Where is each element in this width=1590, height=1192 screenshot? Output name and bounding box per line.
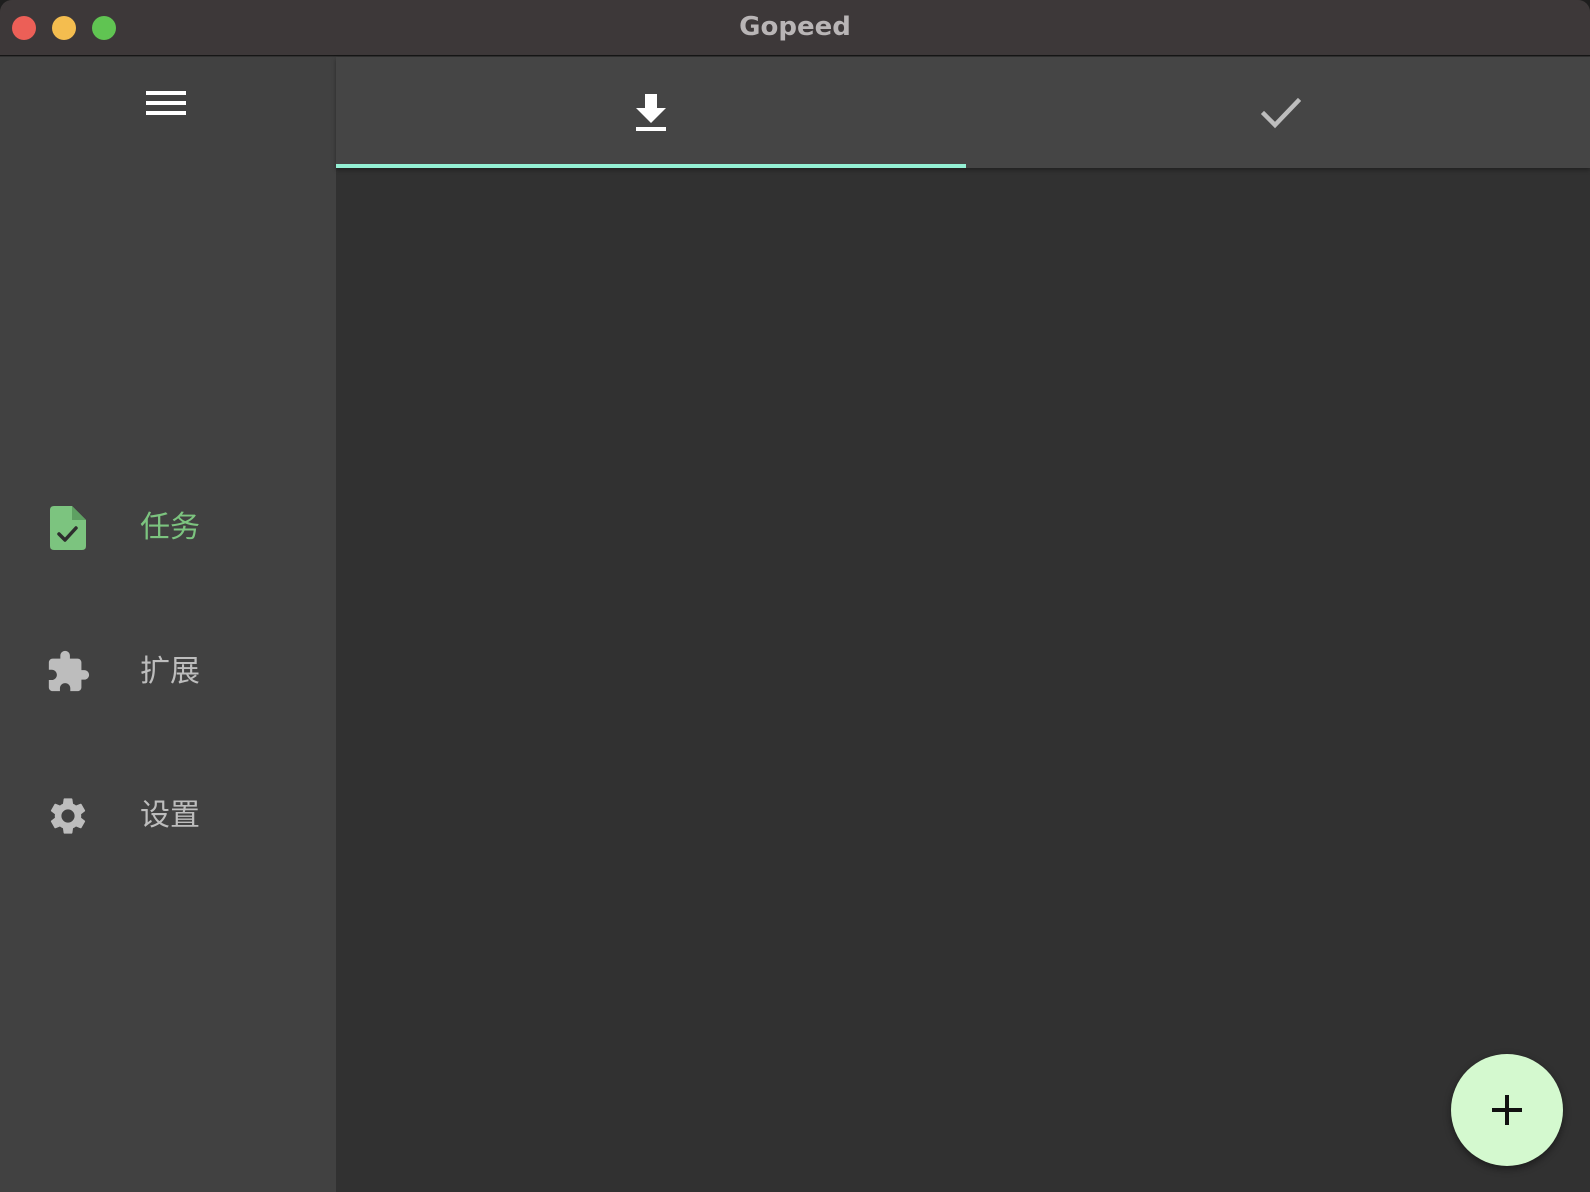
hamburger-menu-icon — [146, 91, 186, 115]
plus-icon — [1492, 1095, 1522, 1125]
add-task-button[interactable] — [1451, 1054, 1563, 1166]
tab-bar — [336, 57, 1590, 168]
sidebar-item-label: 设置 — [140, 798, 200, 833]
app-window: Gopeed 任务 扩展 设置 — [0, 0, 1590, 1192]
sidebar-item-tasks[interactable]: 任务 — [0, 488, 336, 568]
tab-downloading[interactable] — [336, 57, 966, 168]
download-icon — [636, 93, 666, 131]
window-title: Gopeed — [739, 12, 851, 42]
task-file-check-icon — [50, 506, 86, 550]
sidebar-item-label: 任务 — [140, 510, 200, 545]
check-icon — [1261, 97, 1301, 128]
extension-puzzle-icon — [48, 650, 90, 692]
tab-selected-indicator — [336, 164, 966, 168]
sidebar-item-settings[interactable]: 设置 — [0, 776, 336, 856]
main-content — [336, 57, 1590, 1192]
gear-icon — [50, 798, 86, 834]
title-bar: Gopeed — [0, 0, 1590, 56]
menu-button[interactable] — [142, 79, 190, 127]
sidebar-item-extensions[interactable]: 扩展 — [0, 632, 336, 712]
sidebar: 任务 扩展 设置 — [0, 57, 336, 1192]
sidebar-item-label: 扩展 — [140, 654, 200, 689]
tab-completed[interactable] — [966, 57, 1590, 168]
